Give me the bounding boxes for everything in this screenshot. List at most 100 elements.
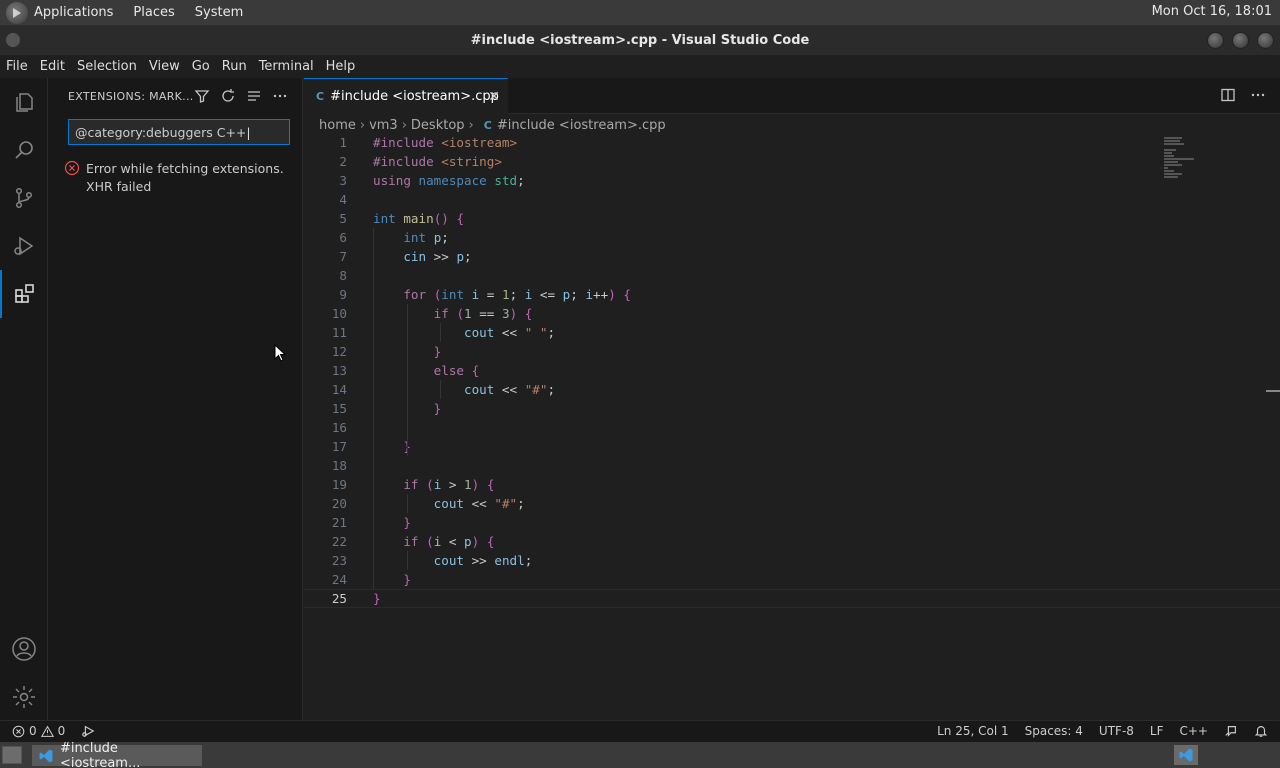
code-line[interactable]: 14 cout << "#"; bbox=[304, 380, 1280, 399]
chevron-right-icon: › bbox=[468, 117, 474, 133]
show-desktop-icon[interactable] bbox=[2, 746, 22, 764]
breadcrumb-file[interactable]: #include <iostream>.cpp bbox=[497, 118, 666, 133]
line-number: 4 bbox=[339, 192, 347, 207]
code-line[interactable]: 12 } bbox=[304, 342, 1280, 361]
error-line-2: XHR failed bbox=[86, 179, 152, 194]
encoding[interactable]: UTF-8 bbox=[1099, 724, 1134, 738]
scrollbar[interactable] bbox=[1266, 390, 1280, 392]
code-text: if (1 == 3) { bbox=[433, 306, 533, 321]
debug-status-icon[interactable] bbox=[81, 724, 95, 738]
more-actions-icon[interactable] bbox=[272, 88, 288, 104]
warning-count[interactable]: 0 bbox=[58, 724, 66, 738]
extensions-icon[interactable] bbox=[0, 270, 48, 318]
menu-terminal[interactable]: Terminal bbox=[253, 59, 320, 74]
tab-label: #include <iostream>.cpp bbox=[330, 89, 499, 104]
code-line[interactable]: 18 bbox=[304, 456, 1280, 475]
code-text: cout << "#"; bbox=[433, 496, 525, 511]
code-line[interactable]: 11 cout << " "; bbox=[304, 323, 1280, 342]
taskbar-window-button[interactable]: #include <iostream... bbox=[32, 741, 202, 768]
places-menu[interactable]: Places bbox=[133, 5, 174, 20]
breadcrumb-home[interactable]: home bbox=[319, 118, 356, 133]
code-line[interactable]: 9 for (int i = 1; i <= p; i++) { bbox=[304, 285, 1280, 304]
line-number: 19 bbox=[331, 477, 347, 492]
source-control-icon[interactable] bbox=[0, 174, 48, 222]
breadcrumb-desktop[interactable]: Desktop bbox=[411, 118, 465, 133]
code-line[interactable]: 22 if (i < p) { bbox=[304, 532, 1280, 551]
code-text: cout >> endl; bbox=[433, 553, 533, 568]
code-line[interactable]: 20 cout << "#"; bbox=[304, 494, 1280, 513]
error-icon bbox=[64, 160, 80, 176]
code-line[interactable]: 8 bbox=[304, 266, 1280, 285]
chevron-right-icon: › bbox=[401, 117, 407, 133]
editor-tab[interactable]: C #include <iostream>.cpp ✕ bbox=[304, 78, 508, 114]
search-icon[interactable] bbox=[0, 126, 48, 174]
status-bar: 0 0 Ln 25, Col 1 Spaces: 4 UTF-8 LF C++ bbox=[0, 720, 1280, 742]
clock[interactable]: Mon Oct 16, 18:01 bbox=[1152, 4, 1272, 19]
workspace-switcher[interactable] bbox=[1174, 745, 1198, 765]
cursor-position[interactable]: Ln 25, Col 1 bbox=[937, 724, 1009, 738]
breadcrumb-vm3[interactable]: vm3 bbox=[369, 118, 398, 133]
account-icon[interactable] bbox=[0, 625, 48, 673]
maximize-button[interactable] bbox=[1232, 32, 1249, 49]
code-text: } bbox=[403, 572, 411, 587]
indent-guide bbox=[440, 380, 441, 399]
end-of-line[interactable]: LF bbox=[1150, 724, 1164, 738]
code-line[interactable]: 2 #include <string> bbox=[304, 152, 1280, 171]
applications-menu[interactable]: Applications bbox=[34, 5, 113, 20]
close-tab-icon[interactable]: ✕ bbox=[488, 89, 500, 105]
clear-results-icon[interactable] bbox=[246, 88, 262, 104]
files-icon[interactable] bbox=[0, 78, 48, 126]
minimize-button[interactable] bbox=[1207, 32, 1224, 49]
line-number: 23 bbox=[331, 553, 347, 568]
run-debug-icon[interactable] bbox=[0, 222, 48, 270]
notifications-bell-icon[interactable] bbox=[1254, 724, 1268, 738]
code-line[interactable]: 15 } bbox=[304, 399, 1280, 418]
close-window-button[interactable] bbox=[1257, 32, 1274, 49]
menu-go[interactable]: Go bbox=[186, 59, 216, 74]
refresh-icon[interactable] bbox=[220, 88, 236, 104]
line-number: 17 bbox=[331, 439, 347, 454]
code-line[interactable]: 5 int main() { bbox=[304, 209, 1280, 228]
warning-count-icon[interactable] bbox=[40, 725, 54, 738]
code-line[interactable]: 19 if (i > 1) { bbox=[304, 475, 1280, 494]
code-line[interactable]: 17 } bbox=[304, 437, 1280, 456]
filter-icon[interactable] bbox=[194, 88, 210, 104]
feedback-icon[interactable] bbox=[1224, 724, 1238, 738]
distro-logo-icon[interactable] bbox=[6, 1, 28, 24]
editor-more-icon[interactable] bbox=[1250, 87, 1266, 103]
menu-edit[interactable]: Edit bbox=[34, 59, 71, 74]
menu-view[interactable]: View bbox=[143, 59, 186, 74]
menu-selection[interactable]: Selection bbox=[71, 59, 143, 74]
code-line[interactable]: 3 using namespace std; bbox=[304, 171, 1280, 190]
error-count[interactable]: 0 bbox=[29, 724, 37, 738]
menu-file[interactable]: File bbox=[0, 59, 34, 74]
code-text: #include <iostream> bbox=[373, 135, 518, 150]
code-editor[interactable]: 1 #include <iostream> 2 #include <string> 3 u… bbox=[304, 133, 1280, 720]
code-line[interactable]: 21 } bbox=[304, 513, 1280, 532]
code-line[interactable]: 6 int p; bbox=[304, 228, 1280, 247]
menu-help[interactable]: Help bbox=[320, 59, 362, 74]
code-line[interactable]: 10 if (1 == 3) { bbox=[304, 304, 1280, 323]
code-line[interactable]: 7 cin >> p; bbox=[304, 247, 1280, 266]
code-line[interactable]: 4 bbox=[304, 190, 1280, 209]
error-count-icon[interactable] bbox=[12, 725, 25, 738]
settings-gear-icon[interactable] bbox=[0, 673, 48, 721]
code-line[interactable]: 16 bbox=[304, 418, 1280, 437]
menu-run[interactable]: Run bbox=[216, 59, 253, 74]
system-menu[interactable]: System bbox=[195, 5, 243, 20]
indentation[interactable]: Spaces: 4 bbox=[1025, 724, 1083, 738]
split-editor-icon[interactable] bbox=[1220, 87, 1236, 103]
language-mode[interactable]: C++ bbox=[1180, 724, 1209, 738]
code-line[interactable]: 25} bbox=[304, 589, 1280, 608]
minimap[interactable] bbox=[1164, 136, 1204, 196]
window-titlebar[interactable]: #include <iostream>.cpp - Visual Studio … bbox=[0, 25, 1280, 55]
code-text: } bbox=[373, 439, 411, 454]
line-number: 16 bbox=[331, 420, 347, 435]
code-text: cout << " "; bbox=[464, 325, 556, 340]
code-line[interactable]: 13 else { bbox=[304, 361, 1280, 380]
extensions-search-input[interactable]: @category:debuggers C++ | bbox=[68, 119, 290, 145]
code-line[interactable]: 24 } bbox=[304, 570, 1280, 589]
window-menu-icon[interactable] bbox=[6, 33, 20, 47]
code-line[interactable]: 23 cout >> endl; bbox=[304, 551, 1280, 570]
code-line[interactable]: 1 #include <iostream> bbox=[304, 133, 1280, 152]
